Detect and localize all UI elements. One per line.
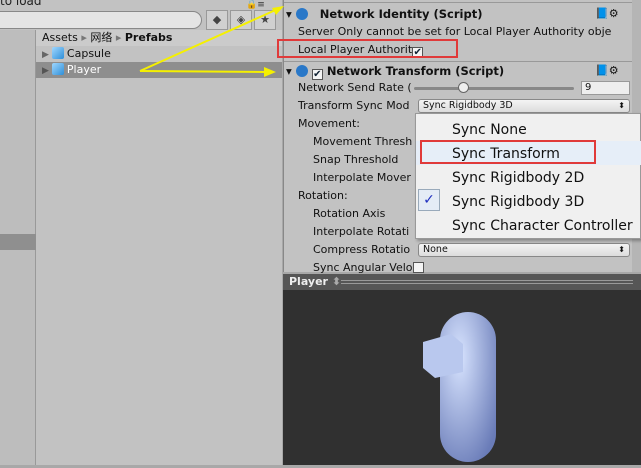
arrow-line: [139, 70, 267, 73]
arrow-head: [272, 6, 284, 15]
annotation-arrows: [139, 6, 284, 77]
arrow-line: [139, 7, 281, 72]
arrow-head: [264, 67, 276, 77]
